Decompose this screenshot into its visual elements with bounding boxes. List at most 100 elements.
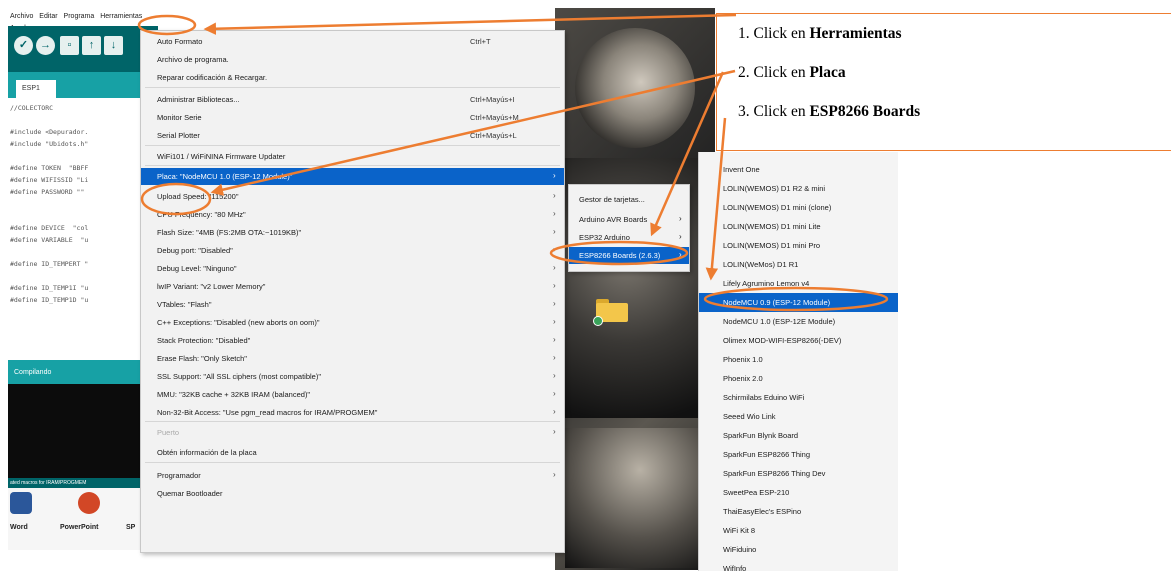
code-line: #define ID_TEMP1D "u xyxy=(10,296,89,304)
menu-item-obt-n-informaci-n-de-la-placa[interactable]: Obtén información de la placa xyxy=(141,444,564,461)
board-item-wifiduino[interactable]: WiFiduino xyxy=(699,540,898,559)
ide-menubar: Archivo Editar Programa Herramientas Ayu… xyxy=(8,8,158,32)
board-item-nodemcu-0-9-esp-12-module[interactable]: NodeMCU 0.9 (ESP-12 Module) xyxy=(699,293,898,312)
menu-item-erase-flash[interactable]: Erase Flash: "Only Sketch" › xyxy=(141,350,564,367)
menu-editar[interactable]: Editar xyxy=(37,8,59,20)
menu-item-ssl-support[interactable]: SSL Support: "All SSL ciphers (most comp… xyxy=(141,368,564,385)
menu-item-serial-plotter[interactable]: Serial Plotter Ctrl+Mayús+L xyxy=(141,127,564,144)
board-item-lifely-agrumino-lemon-v4[interactable]: Lifely Agrumino Lemon v4 xyxy=(699,274,898,293)
powerpoint-app-icon[interactable] xyxy=(78,492,100,514)
ide-tabbar: ESP1 xyxy=(8,72,158,98)
board-item-wifi-kit-8[interactable]: WiFi Kit 8 xyxy=(699,521,898,540)
submenu-arrow-icon: › xyxy=(553,171,556,180)
code-line: #define PASSWORD "" xyxy=(10,188,85,196)
board-item-wifinfo[interactable]: WifInfo xyxy=(699,559,898,571)
board-item-lolin-wemos-d1-mini-clone[interactable]: LOLIN(WEMOS) D1 mini (clone) xyxy=(699,198,898,217)
submenu-arrow-icon: › xyxy=(553,227,556,236)
board-item-label: Invent One xyxy=(723,165,760,174)
board-item-invent-one[interactable]: Invent One xyxy=(699,160,898,179)
board-item-sparkfun-esp8266-thing[interactable]: SparkFun ESP8266 Thing xyxy=(699,445,898,464)
status-line: ated macros for IRAM/PROGMEM xyxy=(8,478,158,488)
menu-item-wifi101-wifinina-firmware-updater[interactable]: WiFi101 / WiFiNINA Firmware Updater xyxy=(141,148,564,165)
board-item-schirmilabs-eduino-wifi[interactable]: Schirmilabs Eduino WiFi xyxy=(699,388,898,407)
board-item-lolin-wemos-d1-r2-mini[interactable]: LOLIN(WEMOS) D1 R2 & mini xyxy=(699,179,898,198)
submenu-arrow-icon: › xyxy=(679,232,682,241)
instruction-step-1: 1. Click en Herramientas xyxy=(738,25,902,42)
placa-submenu-item-esp32-arduino[interactable]: ESP32 Arduino › xyxy=(569,229,689,246)
menu-item-debug-level[interactable]: Debug Level: "Ninguno" › xyxy=(141,260,564,277)
menu-item-shortcut: Ctrl+Mayús+L xyxy=(470,131,517,140)
menu-item-auto-formato[interactable]: Auto Formato Ctrl+T xyxy=(141,33,564,50)
submenu-arrow-icon: › xyxy=(679,214,682,223)
menu-item-label: C++ Exceptions: "Disabled (new aborts on… xyxy=(157,318,320,327)
placa-submenu-item-esp8266-boards-2-6-3[interactable]: ESP8266 Boards (2.6.3) › xyxy=(569,247,689,264)
board-item-nodemcu-1-0-esp-12e-module[interactable]: NodeMCU 1.0 (ESP-12E Module) xyxy=(699,312,898,331)
save-file-icon[interactable]: ↓ xyxy=(104,36,123,55)
code-line: #include "Ubidots.h" xyxy=(10,140,89,148)
menu-item-vtables[interactable]: VTables: "Flash" › xyxy=(141,296,564,313)
instruction-step-3: 3. Click en ESP8266 Boards xyxy=(738,103,921,120)
board-item-sweetpea-esp-210[interactable]: SweetPea ESP-210 xyxy=(699,483,898,502)
menu-item-label: Administrar Bibliotecas... xyxy=(157,95,240,104)
board-item-label: SparkFun Blynk Board xyxy=(723,431,799,440)
board-item-phoenix-2-0[interactable]: Phoenix 2.0 xyxy=(699,369,898,388)
menu-item-lwip-variant[interactable]: lwIP Variant: "v2 Lower Memory" › xyxy=(141,278,564,295)
menu-item-monitor-serie[interactable]: Monitor Serie Ctrl+Mayús+M xyxy=(141,109,564,126)
board-item-lolin-wemos-d1-mini-lite[interactable]: LOLIN(WEMOS) D1 mini Lite xyxy=(699,217,898,236)
menu-item-reparar-codificaci-n-recargar[interactable]: Reparar codificación & Recargar. xyxy=(141,69,564,86)
menu-item-cpu-frequency[interactable]: CPU Frequency: "80 MHz" › xyxy=(141,206,564,223)
board-item-phoenix-1-0[interactable]: Phoenix 1.0 xyxy=(699,350,898,369)
menu-item-administrar-bibliotecas[interactable]: Administrar Bibliotecas... Ctrl+Mayús+I xyxy=(141,91,564,108)
menu-item-debug-port[interactable]: Debug port: "Disabled" › xyxy=(141,242,564,259)
menu-herramientas[interactable]: Herramientas xyxy=(98,8,144,20)
new-file-icon[interactable]: ▫ xyxy=(60,36,79,55)
board-item-thaieasyelec-s-espino[interactable]: ThaiEasyElec's ESPino xyxy=(699,502,898,521)
menu-item-mmu[interactable]: MMU: "32KB cache + 32KB IRAM (balanced)"… xyxy=(141,386,564,403)
placa-submenu-item-gestor-de-tarjetas[interactable]: Gestor de tarjetas... xyxy=(569,191,689,208)
instruction-step-2: 2. Click en Placa xyxy=(738,64,846,81)
menu-item-stack-protection[interactable]: Stack Protection: "Disabled" › xyxy=(141,332,564,349)
code-line: #define DEVICE "col xyxy=(10,224,89,232)
menu-item-placa[interactable]: Placa: "NodeMCU 1.0 (ESP-12 Module)" › xyxy=(141,168,564,185)
menu-item-flash-size[interactable]: Flash Size: "4MB (FS:2MB OTA:~1019KB)" › xyxy=(141,224,564,241)
board-item-label: Phoenix 1.0 xyxy=(723,355,763,364)
menu-item-quemar-bootloader[interactable]: Quemar Bootloader xyxy=(141,485,564,502)
upload-icon[interactable]: → xyxy=(36,36,55,55)
sketch-tab[interactable]: ESP1 xyxy=(16,80,56,98)
submenu-arrow-icon: › xyxy=(553,191,556,200)
menu-item-label: Quemar Bootloader xyxy=(157,489,223,498)
menu-item-archivo-de-programa[interactable]: Archivo de programa. xyxy=(141,51,564,68)
menu-item-label: Auto Formato xyxy=(157,37,203,46)
board-item-lolin-wemos-d1-mini-pro[interactable]: LOLIN(WEMOS) D1 mini Pro xyxy=(699,236,898,255)
taskbar: Word PowerPoint SP xyxy=(8,488,158,550)
open-file-icon[interactable]: ↑ xyxy=(82,36,101,55)
board-item-sparkfun-esp8266-thing-dev[interactable]: SparkFun ESP8266 Thing Dev xyxy=(699,464,898,483)
board-item-label: Schirmilabs Eduino WiFi xyxy=(723,393,805,402)
menu-item-label: Stack Protection: "Disabled" xyxy=(157,336,251,345)
placa-submenu-item-arduino-avr-boards[interactable]: Arduino AVR Boards › xyxy=(569,211,689,228)
board-item-label: SweetPea ESP-210 xyxy=(723,488,790,497)
menu-item-label: Puerto xyxy=(157,428,180,437)
verify-icon[interactable]: ✓ xyxy=(14,36,33,55)
esp8266-boards-list: Invent One LOLIN(WEMOS) D1 R2 & mini LOLIN… xyxy=(698,152,898,571)
menu-item-label: Placa: "NodeMCU 1.0 (ESP-12 Module)" xyxy=(157,172,293,181)
board-item-lolin-wemos-d1-r1[interactable]: LOLIN(WeMos) D1 R1 xyxy=(699,255,898,274)
menu-item-upload-speed[interactable]: Upload Speed: "115200" › xyxy=(141,188,564,205)
board-item-sparkfun-blynk-board[interactable]: SparkFun Blynk Board xyxy=(699,426,898,445)
code-line: #define ID_TEMPERT " xyxy=(10,260,89,268)
board-item-olimex-mod-wifi-esp8266-dev[interactable]: Olimex MOD-WIFI-ESP8266(-DEV) xyxy=(699,331,898,350)
menu-item-c-exceptions[interactable]: C++ Exceptions: "Disabled (new aborts on… xyxy=(141,314,564,331)
submenu-arrow-icon: › xyxy=(553,353,556,362)
board-item-label: SparkFun ESP8266 Thing Dev xyxy=(723,469,826,478)
menu-item-label: Debug Level: "Ninguno" xyxy=(157,264,237,273)
menu-item-programador[interactable]: Programador › xyxy=(141,467,564,484)
menu-item-non-32-bit-access[interactable]: Non-32-Bit Access: "Use pgm_read macros … xyxy=(141,404,564,421)
word-app-icon[interactable] xyxy=(10,492,32,514)
menu-item-label: Monitor Serie xyxy=(157,113,202,122)
code-editor[interactable]: //COLECTORC #include <Depurador. #include … xyxy=(8,98,158,360)
folder-icon[interactable] xyxy=(593,298,628,326)
board-item-seeed-wio-link[interactable]: Seeed Wio Link xyxy=(699,407,898,426)
menu-archivo[interactable]: Archivo xyxy=(8,8,35,20)
board-item-label: NodeMCU 1.0 (ESP-12E Module) xyxy=(723,317,836,326)
menu-programa[interactable]: Programa xyxy=(62,8,97,20)
